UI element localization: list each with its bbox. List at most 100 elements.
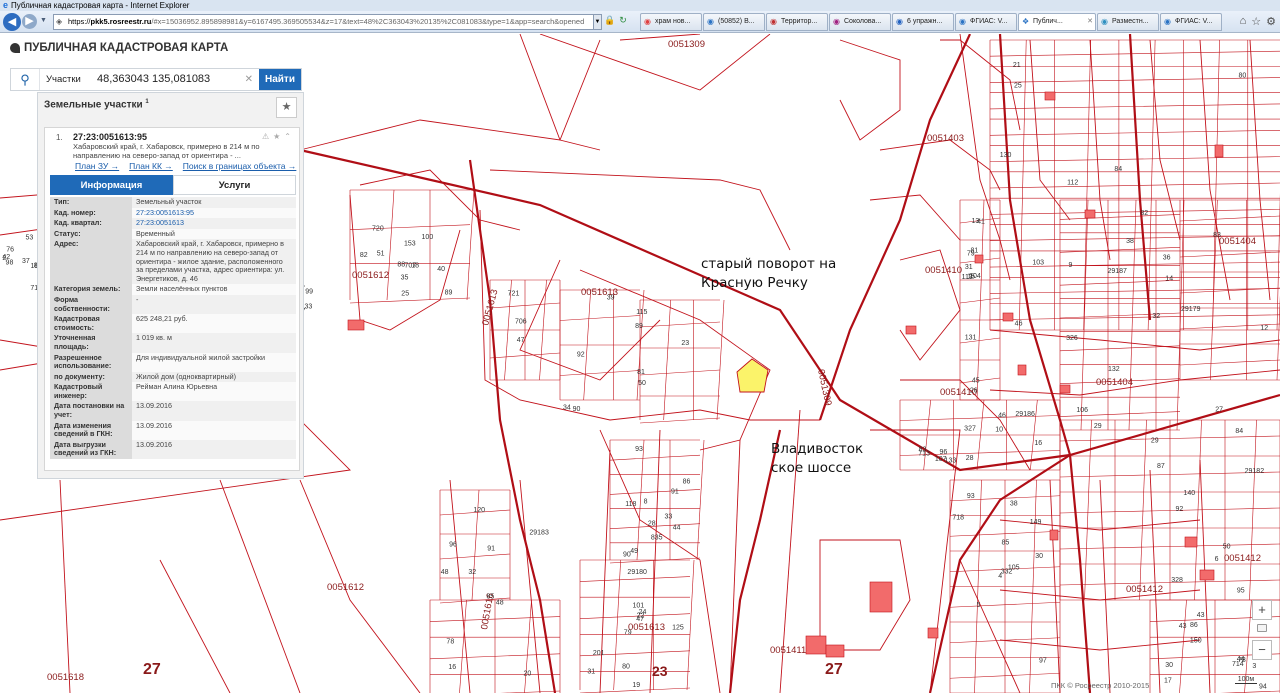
tab-information[interactable]: Информация bbox=[50, 175, 173, 195]
collapse-icon[interactable]: ⌃ bbox=[284, 132, 291, 141]
property-key: Тип: bbox=[50, 197, 132, 208]
find-button[interactable]: Найти bbox=[259, 69, 301, 90]
quarter-label: 0051309 bbox=[668, 39, 705, 50]
tab-label: Соколова... bbox=[844, 18, 882, 25]
parcel-number-label: 120 bbox=[473, 507, 485, 514]
zoom-in-button[interactable]: + bbox=[1252, 600, 1272, 620]
lock-icon[interactable]: 🔒 bbox=[604, 15, 615, 26]
parcel-number-label: 29 bbox=[1094, 423, 1102, 430]
parcel-number-label: 80 bbox=[1238, 72, 1246, 79]
tab-services[interactable]: Услуги bbox=[173, 175, 296, 195]
quarter-label: 0051411 bbox=[770, 645, 806, 656]
quarter-label: 0051618 bbox=[47, 672, 84, 683]
parcel-number-label: 86 bbox=[683, 479, 691, 486]
property-row: Дата постановки на учет: 13.09.2016 bbox=[50, 401, 296, 421]
property-table: Тип: Земельный участок Кад. номер: 27:23:00… bbox=[50, 197, 296, 460]
parcel-number-label: 29186 bbox=[1015, 411, 1035, 418]
property-key: Статус: bbox=[50, 228, 132, 240]
property-row: по документу: Жилой дом (одноквартирный) bbox=[50, 371, 296, 383]
favorites-star-icon[interactable]: ☆ bbox=[1251, 15, 1261, 28]
property-row: Адрес: Хабаровский край, г. Хабаровск, пр… bbox=[50, 239, 296, 285]
parcel-number-label: 30 bbox=[1035, 553, 1043, 560]
annotation-highway: Владивосток ское шоссе bbox=[771, 441, 864, 476]
zoom-slider[interactable] bbox=[1252, 624, 1272, 640]
parcel-number-label: 23 bbox=[681, 340, 689, 347]
link-plan-kk[interactable]: План КК → bbox=[129, 161, 173, 171]
parcel-number-label: 13 bbox=[971, 218, 979, 225]
parcel-number-label: 37 bbox=[22, 258, 30, 265]
property-value: Земельный участок bbox=[132, 197, 296, 208]
parcel-number-label: 26 bbox=[970, 387, 978, 394]
parcel-number-label: 718 bbox=[952, 514, 964, 521]
quarter-label: 0051613 bbox=[628, 622, 665, 633]
star-icon[interactable]: ★ bbox=[273, 132, 280, 141]
property-key: Разрешенное использование: bbox=[50, 352, 132, 372]
zoom-out-button[interactable]: − bbox=[1252, 640, 1272, 660]
parcel-number-label: 326 bbox=[1066, 335, 1078, 342]
warning-icon[interactable]: ⚠ bbox=[262, 132, 269, 141]
clear-search-icon[interactable]: ✕ bbox=[245, 69, 253, 90]
parcel-number-label: 49 bbox=[630, 548, 638, 555]
browser-tab[interactable]: ◉ Территор... bbox=[766, 13, 828, 31]
property-value: 13.09.2016 bbox=[132, 401, 296, 421]
tab-label: ФГИАС: V... bbox=[970, 18, 1008, 25]
parcel-card: 1. 27:23:0051613:95 ⚠ ★ ⌃ Хабаровский кр… bbox=[44, 127, 300, 471]
parcel-number-label: 132 bbox=[1108, 366, 1120, 373]
property-row: Тип: Земельный участок bbox=[50, 197, 296, 208]
selected-parcel[interactable] bbox=[736, 358, 769, 393]
close-tab-icon[interactable]: ✕ bbox=[1087, 14, 1093, 30]
browser-tab[interactable]: ◉ ФГИАС: V... bbox=[955, 13, 1017, 31]
window-title-bar: e Публичная кадастровая карта - Internet… bbox=[0, 0, 1280, 11]
browser-tab[interactable]: ◉ 6 упражн... bbox=[892, 13, 954, 31]
browser-tab[interactable]: ◉ (50852) В... bbox=[703, 13, 765, 31]
browser-tab[interactable]: ◉ Соколова... bbox=[829, 13, 891, 31]
parcel-number-label: 78 bbox=[446, 639, 454, 646]
browser-tab[interactable]: ❖ Публич... ✕ bbox=[1018, 13, 1096, 31]
parcel-number-label: 4 bbox=[998, 573, 1002, 580]
parcel-number-label: 76 bbox=[6, 246, 14, 253]
address-dropdown-icon[interactable]: ▼ bbox=[593, 14, 602, 30]
gear-icon[interactable]: ⚙ bbox=[1266, 15, 1276, 28]
parcel-number-label: 721 bbox=[508, 291, 520, 298]
parcel-number-label: 327 bbox=[964, 426, 976, 433]
property-row: Форма собственности: - bbox=[50, 294, 296, 315]
refresh-icon[interactable]: ↻ bbox=[619, 15, 627, 26]
zoom-slider-handle[interactable] bbox=[1257, 624, 1267, 632]
parcel-number-label: 149 bbox=[1030, 519, 1042, 526]
browser-tab[interactable]: ◉ ФГИАС: V... bbox=[1160, 13, 1222, 31]
parcel-number-label: 29182 bbox=[1245, 468, 1265, 475]
link-plan-zu[interactable]: План ЗУ → bbox=[75, 161, 119, 171]
parcel-number-label: 43 bbox=[1179, 623, 1187, 630]
property-row: Статус: Временный bbox=[50, 228, 296, 240]
history-dropdown-icon[interactable]: ▼ bbox=[40, 17, 47, 24]
scale-bar: 100м bbox=[1235, 676, 1257, 684]
card-title[interactable]: 27:23:0051613:95 bbox=[73, 132, 147, 142]
parcel-number-label: 48 bbox=[441, 569, 449, 576]
parcel-number-label: 43 bbox=[1197, 612, 1205, 619]
search-category-dropdown[interactable]: Участки ▼ bbox=[39, 69, 89, 105]
browser-tab[interactable]: ◉ Разместн... bbox=[1097, 13, 1159, 31]
forward-button[interactable]: ▶ bbox=[22, 14, 37, 29]
property-value[interactable]: 27:23:0051613:95 bbox=[132, 207, 296, 219]
parcel-number-label: 89 bbox=[445, 289, 453, 296]
favorite-star-icon[interactable]: ★ bbox=[276, 97, 297, 118]
quarter-label: 0051410 bbox=[925, 265, 962, 276]
copyright: ПКК © Росреестр 2010-2015 bbox=[1051, 681, 1150, 690]
address-bar[interactable]: ◈ https://pkk5.rosreestr.ru/#x=15036952.… bbox=[53, 14, 601, 30]
browser-tab[interactable]: ◉ храм нов... bbox=[640, 13, 702, 31]
search-icon[interactable]: ⚲ bbox=[11, 69, 39, 90]
parcel-number-label: 82 bbox=[360, 252, 368, 259]
parcel-number-label: 35 bbox=[401, 275, 409, 282]
back-button[interactable]: ◀ bbox=[3, 13, 21, 31]
link-search-in-bounds[interactable]: Поиск в границах объекта → bbox=[183, 161, 297, 171]
quarter-label: 0051412 bbox=[1224, 553, 1261, 564]
search-input[interactable]: 48,363043 135,081083 ✕ bbox=[89, 69, 259, 90]
tab-favicon-icon: ◉ bbox=[644, 17, 651, 26]
home-icon[interactable]: ⌂ bbox=[1240, 15, 1247, 28]
property-value[interactable]: 27:23:0051613 bbox=[132, 218, 296, 229]
property-row: Дата выгрузки сведений из ГКН: 13.09.2016 bbox=[50, 439, 296, 460]
parcel-number-label: 40 bbox=[437, 266, 445, 273]
parcel-number-label: 47 bbox=[517, 337, 525, 344]
parcel-number-label: 31 bbox=[965, 264, 973, 271]
tab-label: (50852) В... bbox=[718, 18, 755, 25]
